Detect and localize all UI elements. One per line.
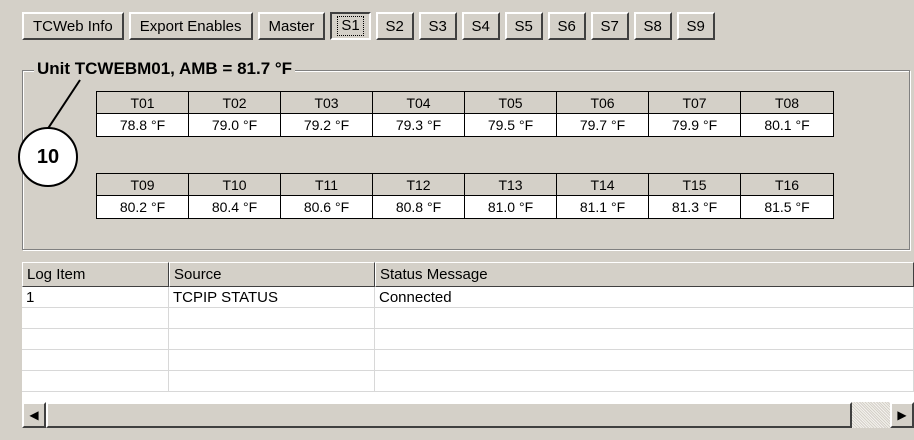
log-item-cell [22, 329, 169, 349]
table-row[interactable] [22, 350, 914, 371]
app-window: TCWeb Info Export Enables Master S1 S2 S… [0, 0, 914, 440]
station-s8-button[interactable]: S8 [633, 12, 672, 40]
column-header-status-message[interactable]: Status Message [375, 262, 914, 287]
column-header-log-item[interactable]: Log Item [22, 262, 169, 287]
scroll-left-button[interactable]: ◀ [22, 402, 46, 428]
export-enables-button[interactable]: Export Enables [128, 12, 253, 40]
callout-badge: 10 [18, 127, 78, 187]
source-cell [169, 308, 375, 328]
temp-header: T08 [741, 92, 833, 114]
station-s7-button[interactable]: S7 [590, 12, 629, 40]
station-s1-button[interactable]: S1 [330, 12, 371, 40]
temp-value: 81.0 °F [465, 196, 557, 218]
table-row[interactable] [22, 308, 914, 329]
temp-value: 80.6 °F [281, 196, 373, 218]
table-row[interactable] [22, 371, 914, 392]
temperature-grid-row2: T09 T10 T11 T12 T13 T14 T15 T16 80.2 °F … [96, 173, 834, 219]
temp-header: T16 [741, 174, 833, 196]
scroll-thumb[interactable] [46, 402, 852, 428]
temp-value: 79.9 °F [649, 114, 741, 136]
arrow-left-icon: ◀ [29, 408, 39, 422]
station-s5-button[interactable]: S5 [504, 12, 543, 40]
temp-header: T09 [97, 174, 189, 196]
temp-value: 79.5 °F [465, 114, 557, 136]
log-item-cell [22, 308, 169, 328]
temp-header: T12 [373, 174, 465, 196]
temp-header: T06 [557, 92, 649, 114]
source-cell: TCPIP STATUS [169, 287, 375, 307]
temp-header: T05 [465, 92, 557, 114]
arrow-right-icon: ▶ [897, 408, 907, 422]
toolbar: TCWeb Info Export Enables Master S1 S2 S… [22, 12, 715, 42]
station-s2-button[interactable]: S2 [375, 12, 414, 40]
table-row[interactable]: 1 TCPIP STATUS Connected [22, 287, 914, 308]
log-header: Log Item Source Status Message [22, 262, 914, 287]
station-s3-button[interactable]: S3 [418, 12, 457, 40]
temp-header: T07 [649, 92, 741, 114]
station-s1-label: S1 [337, 16, 364, 36]
temp-value: 80.8 °F [373, 196, 465, 218]
source-cell [169, 350, 375, 370]
station-s4-button[interactable]: S4 [461, 12, 500, 40]
log-item-cell [22, 350, 169, 370]
station-s9-button[interactable]: S9 [676, 12, 715, 40]
station-s6-button[interactable]: S6 [547, 12, 586, 40]
status-cell [375, 329, 914, 349]
source-cell [169, 371, 375, 391]
temp-header: T14 [557, 174, 649, 196]
temp-value: 81.1 °F [557, 196, 649, 218]
status-cell: Connected [375, 287, 914, 307]
temp-value: 79.0 °F [189, 114, 281, 136]
horizontal-scrollbar[interactable]: ◀ ▶ [22, 402, 914, 428]
scroll-right-button[interactable]: ▶ [890, 402, 914, 428]
log-listview[interactable]: Log Item Source Status Message 1 TCPIP S… [22, 262, 914, 402]
temp-value: 81.3 °F [649, 196, 741, 218]
temp-header: T11 [281, 174, 373, 196]
temp-header: T13 [465, 174, 557, 196]
temp-value: 80.4 °F [189, 196, 281, 218]
temp-value: 79.3 °F [373, 114, 465, 136]
log-item-cell [22, 371, 169, 391]
status-cell [375, 350, 914, 370]
status-cell [375, 308, 914, 328]
temp-value: 80.1 °F [741, 114, 833, 136]
temperature-grid-row1: T01 T02 T03 T04 T05 T06 T07 T08 78.8 °F … [96, 91, 834, 137]
temp-header: T15 [649, 174, 741, 196]
source-cell [169, 329, 375, 349]
table-row[interactable] [22, 329, 914, 350]
temp-value: 79.7 °F [557, 114, 649, 136]
temp-header: T03 [281, 92, 373, 114]
temp-value: 81.5 °F [741, 196, 833, 218]
temp-header: T04 [373, 92, 465, 114]
log-item-cell: 1 [22, 287, 169, 307]
temp-value: 80.2 °F [97, 196, 189, 218]
status-cell [375, 371, 914, 391]
column-header-source[interactable]: Source [169, 262, 375, 287]
temp-value: 79.2 °F [281, 114, 373, 136]
temp-header: T10 [189, 174, 281, 196]
master-button[interactable]: Master [257, 12, 326, 40]
temp-header: T02 [189, 92, 281, 114]
